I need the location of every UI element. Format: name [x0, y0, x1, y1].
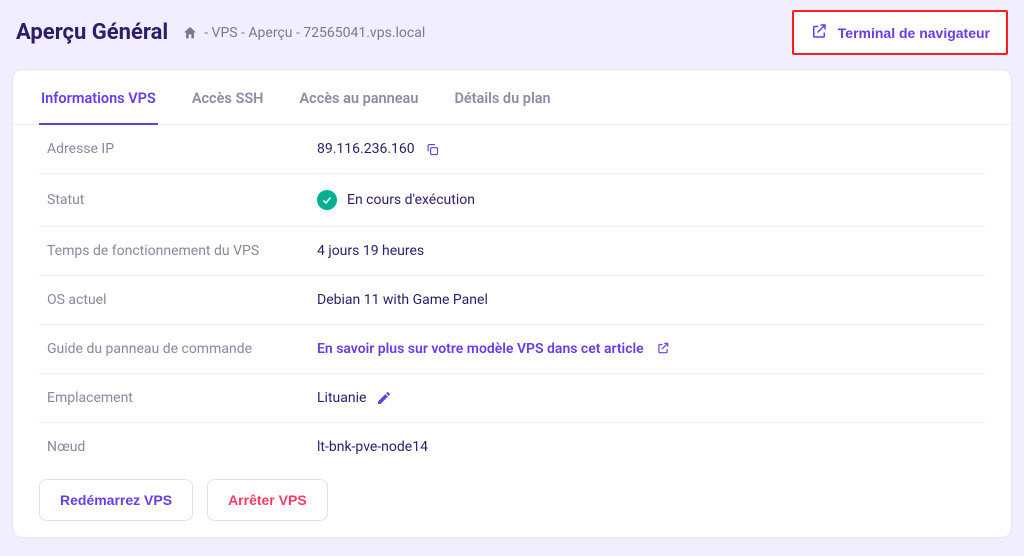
uptime-label: Temps de fonctionnement du VPS: [47, 243, 317, 259]
ip-value: 89.116.236.160: [317, 141, 415, 157]
external-link-icon: [810, 22, 828, 43]
guide-label: Guide du panneau de commande: [47, 341, 317, 357]
check-circle-icon: [317, 190, 337, 210]
row-os: OS actuel Debian 11 with Game Panel: [39, 276, 985, 325]
row-ip: Adresse IP 89.116.236.160: [39, 125, 985, 174]
ip-label: Adresse IP: [47, 141, 317, 157]
tab-acces-panneau[interactable]: Accès au panneau: [297, 70, 420, 125]
page-header: Aperçu Général - VPS - Aperçu - 72565041…: [12, 4, 1012, 69]
tab-details-plan[interactable]: Détails du plan: [452, 70, 552, 125]
status-value-container: En cours d'exécution: [317, 190, 475, 210]
row-guide: Guide du panneau de commande En savoir p…: [39, 325, 985, 374]
row-status: Statut En cours d'exécution: [39, 174, 985, 227]
location-label: Emplacement: [47, 390, 317, 406]
tab-acces-ssh[interactable]: Accès SSH: [190, 70, 266, 125]
ip-value-container: 89.116.236.160: [317, 141, 440, 157]
row-node: Nœud lt-bnk-pve-node14: [39, 423, 985, 471]
guide-link-text: En savoir plus sur votre modèle VPS dans…: [317, 341, 644, 357]
status-label: Statut: [47, 192, 317, 208]
actions: Redémarrez VPS Arrêter VPS: [13, 471, 1011, 521]
node-label: Nœud: [47, 439, 317, 455]
stop-vps-button[interactable]: Arrêter VPS: [207, 479, 328, 521]
location-value-container: Lituanie: [317, 390, 392, 406]
status-value: En cours d'exécution: [347, 192, 475, 208]
header-left: Aperçu Général - VPS - Aperçu - 72565041…: [16, 20, 425, 45]
external-link-icon: [654, 341, 670, 357]
row-uptime: Temps de fonctionnement du VPS 4 jours 1…: [39, 227, 985, 276]
home-icon: [182, 25, 198, 41]
info-rows: Adresse IP 89.116.236.160 Statut En cour…: [13, 125, 1011, 471]
breadcrumb[interactable]: - VPS - Aperçu - 72565041.vps.local: [182, 25, 425, 41]
copy-icon[interactable]: [425, 142, 440, 157]
tab-informations-vps[interactable]: Informations VPS: [39, 70, 158, 125]
edit-icon[interactable]: [376, 390, 392, 406]
browser-terminal-button[interactable]: Terminal de navigateur: [792, 10, 1008, 55]
row-location: Emplacement Lituanie: [39, 374, 985, 423]
location-value: Lituanie: [317, 390, 366, 406]
browser-terminal-label: Terminal de navigateur: [838, 25, 990, 41]
info-card: Informations VPS Accès SSH Accès au pann…: [12, 69, 1012, 538]
tabs: Informations VPS Accès SSH Accès au pann…: [13, 70, 1011, 125]
os-value: Debian 11 with Game Panel: [317, 292, 488, 308]
guide-link[interactable]: En savoir plus sur votre modèle VPS dans…: [317, 341, 670, 357]
os-label: OS actuel: [47, 292, 317, 308]
breadcrumb-text: - VPS - Aperçu - 72565041.vps.local: [204, 25, 425, 41]
restart-vps-button[interactable]: Redémarrez VPS: [39, 479, 193, 521]
uptime-value: 4 jours 19 heures: [317, 243, 424, 259]
page-title: Aperçu Général: [16, 20, 168, 45]
node-value: lt-bnk-pve-node14: [317, 439, 428, 455]
